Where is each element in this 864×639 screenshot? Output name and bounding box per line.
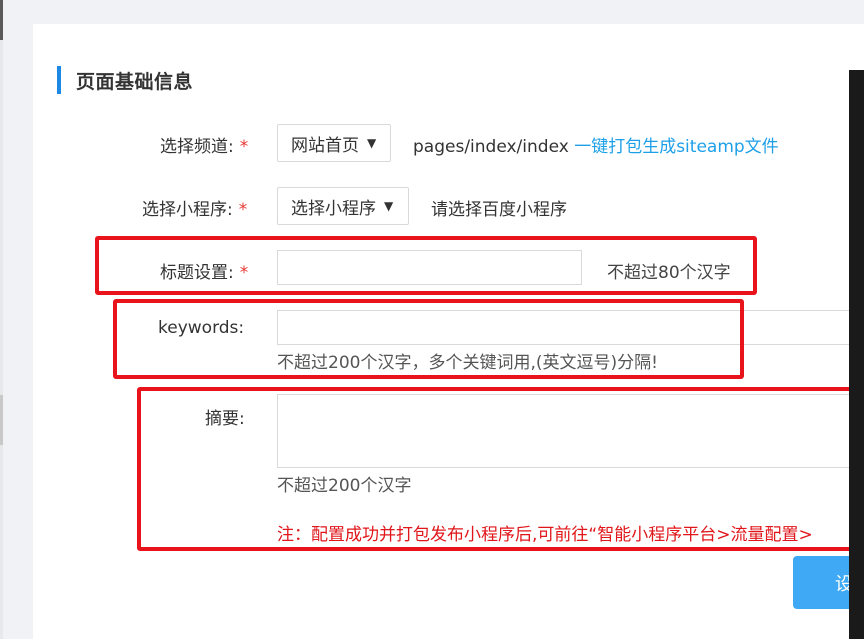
- required-mark: *: [239, 137, 249, 157]
- miniprogram-select[interactable]: 选择小程序 ▼: [277, 187, 409, 225]
- title-input[interactable]: [277, 250, 582, 285]
- required-mark: *: [239, 263, 249, 283]
- channel-path-text: pages/index/index 一键打包生成siteamp文件: [413, 132, 779, 157]
- title-label-text: 标题设置:: [160, 263, 234, 283]
- left-edge-segment: [0, 395, 3, 445]
- miniprogram-label-text: 选择小程序:: [142, 200, 233, 220]
- channel-path: pages/index/index: [413, 137, 569, 157]
- summary-label: 摘要:: [205, 409, 245, 429]
- left-edge-segment: [0, 0, 3, 40]
- channel-label-text: 选择频道:: [160, 137, 234, 157]
- generate-siteamp-link[interactable]: 一键打包生成siteamp文件: [574, 137, 778, 157]
- keywords-label: keywords:: [158, 318, 245, 338]
- caret-down-icon: ▼: [384, 199, 394, 213]
- section-accent-bar: [57, 66, 61, 94]
- miniprogram-label: 选择小程序: *: [142, 195, 247, 220]
- keywords-input[interactable]: [277, 310, 864, 345]
- section-title: 页面基础信息: [76, 70, 194, 93]
- summary-hint: 不超过200个汉字: [277, 476, 412, 496]
- left-edge-strip: [0, 0, 3, 639]
- required-mark: *: [238, 200, 248, 220]
- channel-label: 选择频道: *: [160, 132, 248, 157]
- miniprogram-select-value: 选择小程序: [291, 198, 376, 219]
- miniprogram-hint: 请选择百度小程序: [431, 200, 567, 220]
- channel-select-value: 网站首页: [291, 135, 359, 156]
- summary-note: 注：配置成功并打包发布小程序后,可前往“智能小程序平台>流量配置>: [277, 525, 813, 545]
- section-header: 页面基础信息: [57, 66, 194, 94]
- caret-down-icon: ▼: [367, 136, 377, 150]
- title-hint: 不超过80个汉字: [607, 263, 731, 283]
- summary-textarea[interactable]: [277, 394, 864, 468]
- title-label: 标题设置: *: [160, 258, 248, 283]
- scrollbar[interactable]: [849, 70, 864, 639]
- channel-select[interactable]: 网站首页 ▼: [277, 124, 391, 162]
- keywords-hint: 不超过200个汉字，多个关键词用,(英文逗号)分隔!: [277, 353, 658, 373]
